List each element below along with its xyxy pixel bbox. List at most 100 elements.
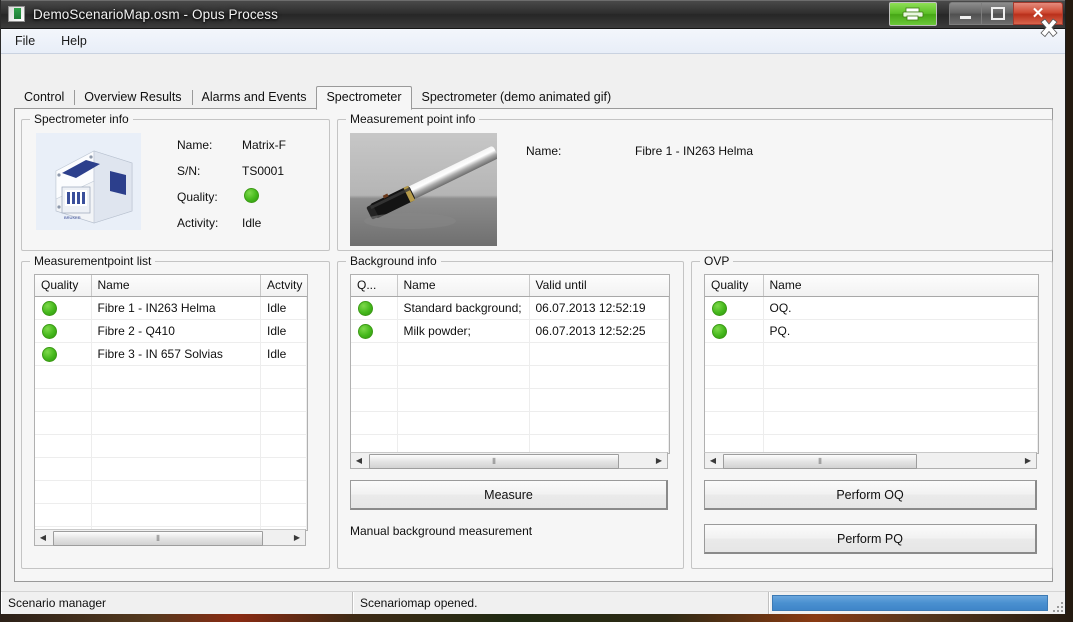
cell-name: OQ. — [763, 297, 1038, 320]
measure-button[interactable]: Measure — [350, 480, 668, 510]
spectrometer-activity-label: Activity: — [177, 216, 218, 230]
title-bar: DemoScenarioMap.osm - Opus Process — [1, 0, 1065, 29]
col-header-valid-until[interactable]: Valid until — [529, 275, 669, 297]
tab-spectrometer[interactable]: Spectrometer — [316, 86, 411, 110]
background-hscrollbar[interactable]: ◀ ⦀ ▶ — [350, 452, 668, 469]
group-background-info: Background info Q... Name Valid until — [337, 261, 684, 569]
scroll-thumb[interactable]: ⦀ — [53, 531, 263, 546]
table-row[interactable]: PQ. — [705, 320, 1038, 343]
scroll-track[interactable]: ⦀ — [721, 453, 1020, 468]
cell-name: Fibre 2 - Q410 — [91, 320, 261, 343]
application-window: DemoScenarioMap.osm - Opus Process — [0, 0, 1066, 614]
background-table[interactable]: Q... Name Valid until Standard backgroun… — [350, 274, 670, 454]
group-measurement-point-info-legend: Measurement point info — [346, 112, 479, 126]
spectrometer-quality-label: Quality: — [177, 190, 218, 204]
table-row-empty — [35, 435, 307, 458]
table-row-empty — [35, 366, 307, 389]
tab-control[interactable]: Control — [14, 86, 74, 109]
scroll-right-arrow-icon[interactable]: ▶ — [1020, 453, 1036, 468]
cell-quality — [35, 297, 91, 320]
manual-background-measurement-label: Manual background measurement — [350, 524, 532, 538]
perform-pq-button[interactable]: Perform PQ — [704, 524, 1037, 554]
tab-alarms-and-events[interactable]: Alarms and Events — [192, 86, 317, 109]
measurement-point-name-value: Fibre 1 - IN263 Helma — [635, 144, 753, 158]
table-row-empty — [705, 389, 1038, 412]
table-row[interactable]: Fibre 2 - Q410 Idle — [35, 320, 307, 343]
cell-quality — [351, 320, 397, 343]
ovp-hscrollbar[interactable]: ◀ ⦀ ▶ — [704, 452, 1037, 469]
cell-name: Milk powder; — [397, 320, 529, 343]
group-ovp: OVP Quality Name — [691, 261, 1053, 569]
table-row[interactable]: Standard background; 06.07.2013 12:52:19 — [351, 297, 669, 320]
table-row-empty — [705, 366, 1038, 389]
table-row[interactable]: Fibre 3 - IN 657 Solvias Idle — [35, 343, 307, 366]
svg-text:BRUKER: BRUKER — [64, 215, 81, 220]
perform-oq-button[interactable]: Perform OQ — [704, 480, 1037, 510]
spectrometer-image: BRUKER — [36, 133, 141, 230]
measurementpoint-table[interactable]: Quality Name Actvity Fibre 1 - IN263 Hel… — [34, 274, 308, 531]
col-header-name[interactable]: Name — [91, 275, 261, 297]
ovp-table[interactable]: Quality Name OQ. — [704, 274, 1039, 454]
scroll-grip-icon: ⦀ — [156, 535, 160, 543]
table-row-empty — [351, 389, 669, 412]
cell-valid-until: 06.07.2013 12:52:19 — [529, 297, 669, 320]
spectrometer-activity-value: Idle — [242, 216, 261, 230]
status-dot-green — [244, 188, 259, 203]
measurement-point-name-label: Name: — [526, 144, 561, 158]
col-header-activity[interactable]: Actvity — [261, 275, 307, 297]
tab-panel-spectrometer: Spectrometer info — [14, 108, 1053, 582]
tab-spectrometer-demo-animated-gif[interactable]: Spectrometer (demo animated gif) — [412, 86, 622, 109]
printer-icon-button[interactable] — [889, 2, 937, 26]
scroll-left-arrow-icon[interactable]: ◀ — [35, 530, 51, 545]
app-icon — [8, 6, 25, 22]
client-area: Control Overview Results Alarms and Even… — [1, 54, 1065, 614]
scroll-right-arrow-icon[interactable]: ▶ — [651, 453, 667, 468]
background-grid: Q... Name Valid until Standard backgroun… — [351, 275, 669, 454]
table-row-empty — [705, 343, 1038, 366]
ovp-rows: OQ. PQ. — [705, 297, 1038, 455]
title-bar-controls: ✕ — [889, 2, 1063, 26]
resize-grip-icon[interactable] — [1050, 599, 1063, 612]
scroll-left-arrow-icon[interactable]: ◀ — [705, 453, 721, 468]
table-row-empty — [351, 343, 669, 366]
progress-bar — [772, 595, 1048, 611]
fibre-probe-photo — [350, 133, 497, 246]
col-header-name[interactable]: Name — [397, 275, 529, 297]
maximize-button[interactable] — [981, 2, 1013, 25]
status-dot-green — [42, 324, 57, 339]
maximize-icon — [991, 7, 1005, 20]
status-dot-green — [358, 301, 373, 316]
table-header-row: Q... Name Valid until — [351, 275, 669, 297]
table-row[interactable]: Milk powder; 06.07.2013 12:52:25 — [351, 320, 669, 343]
scroll-track[interactable]: ⦀ — [51, 530, 289, 545]
minimize-icon — [960, 16, 971, 19]
measurementpoint-hscrollbar[interactable]: ◀ ⦀ ▶ — [34, 529, 306, 546]
col-header-quality[interactable]: Quality — [35, 275, 91, 297]
close-button[interactable]: ✕ — [1013, 2, 1063, 25]
group-ovp-legend: OVP — [700, 254, 733, 268]
table-row[interactable]: Fibre 1 - IN263 Helma Idle — [35, 297, 307, 320]
col-header-name[interactable]: Name — [763, 275, 1038, 297]
table-row[interactable]: OQ. — [705, 297, 1038, 320]
status-dot-green — [358, 324, 373, 339]
menu-item-help[interactable]: Help — [57, 32, 91, 50]
col-header-quality[interactable]: Quality — [705, 275, 763, 297]
scroll-thumb[interactable]: ⦀ — [723, 454, 917, 469]
scroll-track[interactable]: ⦀ — [367, 453, 651, 468]
table-row-empty — [35, 458, 307, 481]
group-measurementpoint-list: Measurementpoint list Quality Name Actvi… — [21, 261, 330, 569]
status-dot-green — [42, 301, 57, 316]
status-dot-green — [42, 347, 57, 362]
status-dot-green — [712, 301, 727, 316]
scroll-left-arrow-icon[interactable]: ◀ — [351, 453, 367, 468]
scroll-right-arrow-icon[interactable]: ▶ — [289, 530, 305, 545]
tab-overview-results[interactable]: Overview Results — [74, 86, 191, 109]
fibre-probe-image — [350, 133, 497, 246]
minimize-button[interactable] — [949, 2, 981, 25]
menu-item-file[interactable]: File — [11, 32, 39, 50]
col-header-quality[interactable]: Q... — [351, 275, 397, 297]
cell-name: Fibre 3 - IN 657 Solvias — [91, 343, 261, 366]
close-icon: ✕ — [1032, 6, 1045, 21]
table-row-empty — [351, 366, 669, 389]
scroll-thumb[interactable]: ⦀ — [369, 454, 619, 469]
